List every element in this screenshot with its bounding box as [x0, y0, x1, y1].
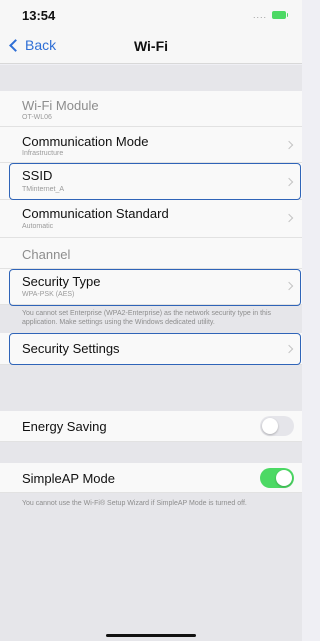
- row-wifi-module: Wi-Fi Module OT-WL06: [0, 91, 302, 127]
- simpleap-mode-toggle[interactable]: [260, 468, 294, 488]
- row-security-settings[interactable]: Security Settings: [0, 333, 302, 365]
- wifi-module-value: OT-WL06: [22, 114, 52, 121]
- row-channel: Channel: [0, 238, 302, 269]
- row-communication-standard[interactable]: Communication Standard Automatic: [0, 200, 302, 238]
- ssid-value: TMinternet_A: [22, 186, 65, 193]
- chevron-right-icon: [284, 213, 294, 223]
- home-indicator: [106, 634, 196, 637]
- row-security-type[interactable]: Security Type WPA-PSK (AES): [0, 269, 302, 305]
- simpleap-mode-label: SimpleAP Mode: [22, 471, 115, 486]
- communication-standard-value: Automatic: [22, 223, 54, 230]
- chevron-right-icon: [284, 344, 294, 354]
- section-spacer: [0, 442, 302, 463]
- chevron-right-icon: [284, 140, 294, 150]
- row-energy-saving: Energy Saving: [0, 411, 302, 442]
- status-bar: 13:54 ....: [0, 0, 302, 30]
- toggle-knob: [262, 418, 278, 434]
- security-settings-label: Security Settings: [22, 341, 120, 356]
- page-title: Wi-Fi: [133, 38, 169, 54]
- communication-mode-value: Infrastructure: [22, 150, 64, 157]
- row-communication-mode[interactable]: Communication Mode Infrastructure: [0, 127, 302, 163]
- status-indicators: ....: [252, 10, 288, 20]
- communication-standard-label: Communication Standard: [22, 206, 169, 221]
- row-simpleap-mode: SimpleAP Mode: [0, 463, 302, 493]
- ssid-label: SSID: [22, 168, 53, 183]
- security-type-value: WPA-PSK (AES): [22, 291, 75, 298]
- navigation-bar: Back Wi-Fi: [0, 30, 302, 64]
- channel-label: Channel: [22, 247, 71, 262]
- section-spacer: [0, 65, 302, 91]
- communication-mode-label: Communication Mode: [22, 134, 149, 149]
- bottom-area: [0, 493, 302, 641]
- chevron-right-icon: [284, 177, 294, 187]
- energy-saving-toggle[interactable]: [260, 416, 294, 436]
- security-type-label: Security Type: [22, 274, 101, 289]
- simpleap-note: You cannot use the Wi-Fi® Setup Wizard i…: [22, 500, 247, 507]
- toggle-knob: [276, 470, 292, 486]
- battery-icon: [272, 11, 288, 19]
- chevron-right-icon: [284, 281, 294, 291]
- status-time: 13:54: [22, 8, 56, 23]
- security-note: You cannot set Enterprise (WPA2-Enterpri…: [22, 310, 272, 326]
- energy-saving-label: Energy Saving: [22, 419, 107, 434]
- signal-icon: ....: [252, 10, 267, 20]
- row-ssid[interactable]: SSID TMinternet_A: [0, 163, 302, 200]
- section-spacer: [0, 365, 302, 411]
- wifi-module-label: Wi-Fi Module: [22, 98, 99, 113]
